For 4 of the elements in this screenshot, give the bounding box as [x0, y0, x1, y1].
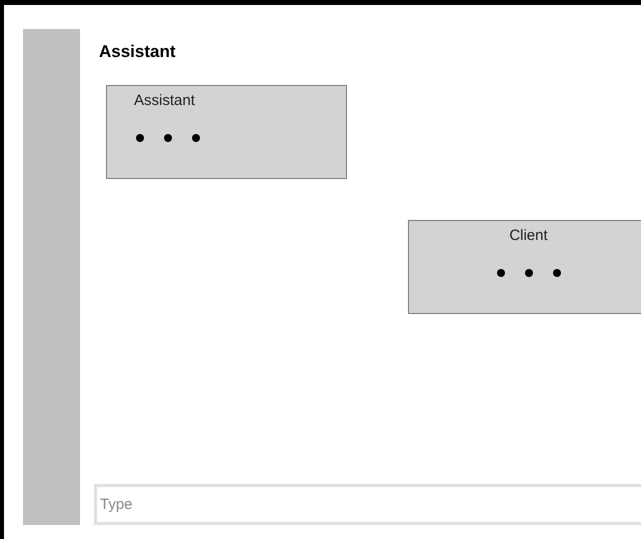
- sender-name: Assistant: [134, 91, 195, 111]
- message-input[interactable]: Type: [94, 484, 641, 525]
- chat-title: Assistant: [98, 41, 176, 63]
- sender-name: Client: [509, 226, 548, 246]
